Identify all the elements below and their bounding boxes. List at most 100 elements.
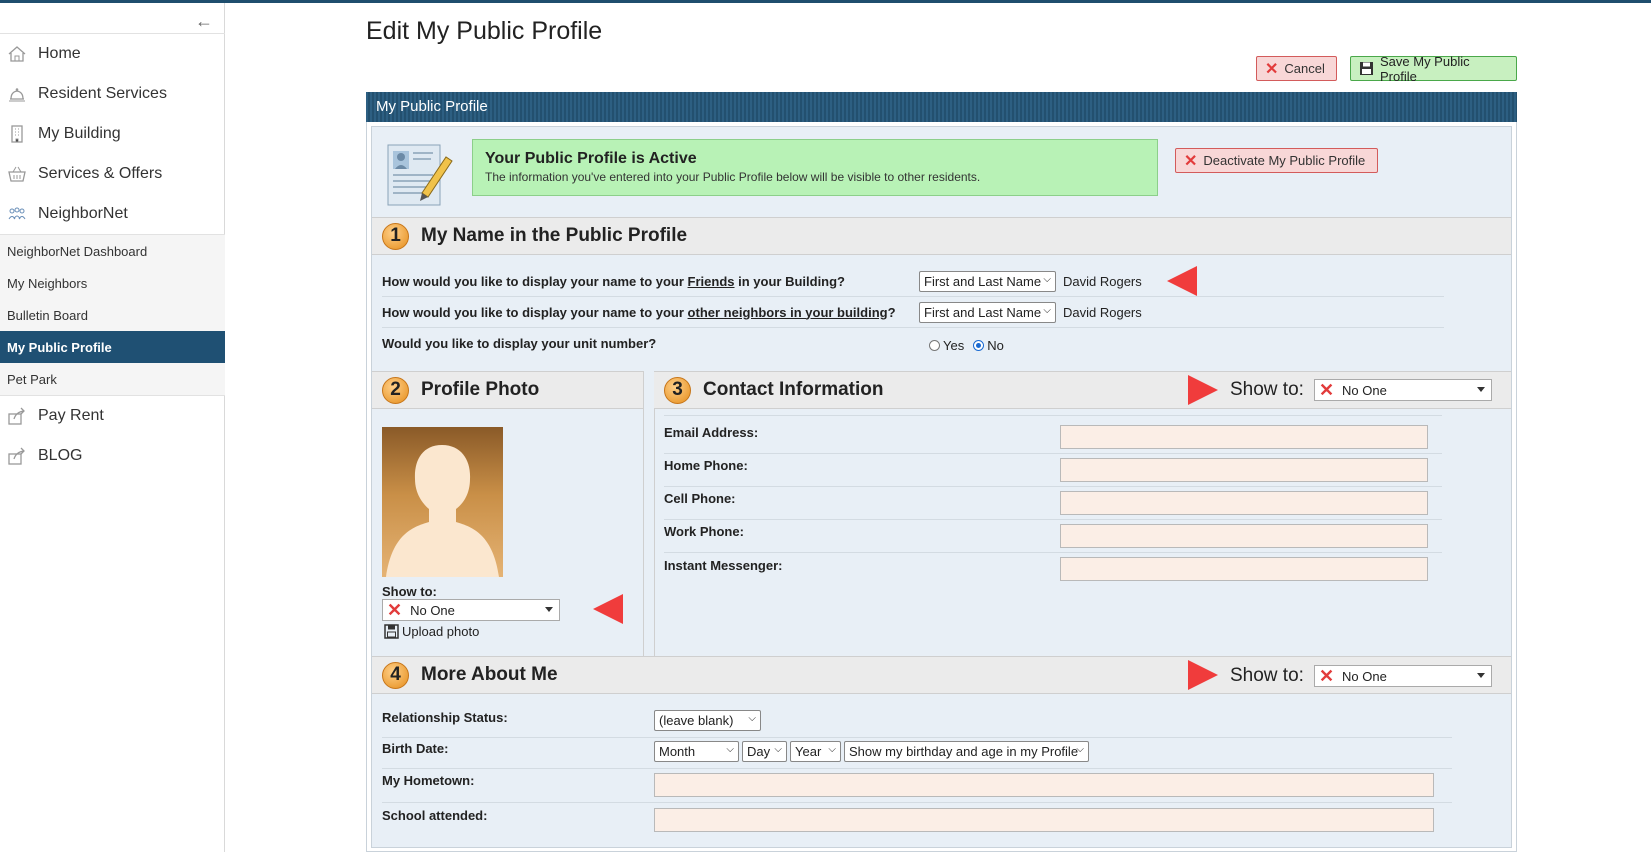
field-separator [664,519,1442,520]
friends-name-preview: David Rogers [1063,274,1142,289]
instant-messenger-label: Instant Messenger: [664,558,783,573]
upload-photo-link[interactable]: Upload photo [384,624,479,639]
field-separator [382,768,1452,769]
section-number: 3 [664,376,691,404]
neighbors-name-select[interactable]: First and Last Name ⌵ [919,302,1056,323]
banner-title: Your Public Profile is Active [485,150,697,167]
sidebar-item-resident-services[interactable]: Resident Services [0,74,225,114]
sidebar-subitem-label: Pet Park [7,371,57,387]
select-value: First and Last Name [924,305,1042,320]
question-text: How would you like to display your name … [382,273,846,289]
field-separator [382,802,1452,803]
select-value: No One [1342,382,1387,398]
field-separator [664,453,1442,454]
instant-messenger-field[interactable] [1060,557,1428,581]
neighbors-name-preview: David Rogers [1063,305,1142,320]
field-separator [664,552,1442,553]
deactivate-label: Deactivate My Public Profile [1203,153,1366,168]
sidebar-item-label: BLOG [38,447,83,464]
field-separator [664,415,1442,416]
cell-phone-field[interactable] [1060,491,1428,515]
top-accent-bar [0,0,1651,3]
relationship-label: Relationship Status: [382,710,508,725]
sidebar-subitem-my-public-profile[interactable]: My Public Profile [0,331,225,363]
chevron-down-icon: ⌵ [726,744,734,755]
share-icon [6,445,28,467]
other-neighbors-link[interactable]: other neighbors in your building [688,305,888,320]
building-icon [6,123,28,145]
cancel-button[interactable]: ✕ Cancel [1256,56,1337,81]
email-field[interactable] [1060,425,1428,449]
unit-number-options: Yes No [929,338,1004,353]
annotation-arrow [1188,660,1218,690]
more-about-show-to: Show to: ✕ No One [1230,665,1492,687]
section-title: More About Me [421,664,558,685]
birthday-display-select[interactable]: Show my birthday and age in my Profile ⌵ [844,741,1089,762]
sidebar-subitem-dashboard[interactable]: NeighborNet Dashboard [0,235,225,267]
photo-visibility-select[interactable]: ✕ No One [382,599,560,621]
select-value: No One [1342,668,1387,684]
save-disk-icon [1359,61,1374,76]
profile-active-banner: Your Public Profile is Active The inform… [472,139,1158,196]
school-field[interactable] [654,808,1434,832]
sidebar-item-label: NeighborNet [38,205,128,222]
sidebar-subitem-my-neighbors[interactable]: My Neighbors [0,267,225,299]
cancel-label: Cancel [1284,61,1325,76]
bell-icon [6,83,28,105]
save-profile-button[interactable]: Save My Public Profile [1350,54,1517,84]
annotation-arrow [593,594,623,624]
chevron-down-icon [545,607,553,612]
close-icon: ✕ [1184,152,1198,170]
sidebar-item-home[interactable]: Home [0,34,225,74]
no-label: No [987,338,1004,353]
birth-year-select[interactable]: Year ⌵ [790,741,841,762]
friends-name-select[interactable]: First and Last Name ⌵ [919,271,1056,292]
more-about-visibility-select[interactable]: ✕ No One [1313,665,1492,687]
deactivate-profile-button[interactable]: ✕ Deactivate My Public Profile [1175,148,1378,173]
birth-day-select[interactable]: Day ⌵ [742,741,787,762]
hometown-field[interactable] [654,773,1434,797]
sidebar-item-services-offers[interactable]: Services & Offers [0,154,225,194]
chevron-down-icon: ⌵ [774,744,782,755]
sidebar-item-label: My Building [38,125,121,142]
section-title: Profile Photo [421,379,540,400]
friends-name-row: How would you like to display your name … [382,266,1444,297]
friends-link[interactable]: Friends [688,274,735,289]
section-title: Contact Information [703,379,884,400]
sidebar-subitem-bulletin-board[interactable]: Bulletin Board [0,299,225,331]
contact-show-to: Show to: ✕ No One [1230,379,1492,401]
field-separator [664,486,1442,487]
sidebar-item-my-building[interactable]: My Building [0,114,225,154]
sidebar-item-label: Home [38,45,81,62]
select-value: Month [659,744,696,759]
unit-no-radio[interactable] [973,340,985,351]
work-phone-field[interactable] [1060,524,1428,548]
profile-photo-placeholder [382,427,503,577]
contact-visibility-select[interactable]: ✕ No One [1313,379,1492,401]
sidebar-subitem-pet-park[interactable]: Pet Park [0,363,225,395]
show-to-label: Show to: [1230,379,1304,400]
select-value: Day [747,744,771,759]
unit-yes-radio[interactable] [929,340,940,351]
select-value: (leave blank) [659,713,734,728]
hometown-label: My Hometown: [382,773,475,788]
yes-label: Yes [943,338,965,353]
select-value: Year [795,744,822,759]
school-label: School attended: [382,808,488,823]
collapse-sidebar-icon[interactable]: ← [195,11,213,32]
relationship-select[interactable]: (leave blank) ⌵ [654,710,761,731]
sidebar-item-pay-rent[interactable]: Pay Rent [0,396,225,436]
section-number: 4 [382,661,409,689]
birth-month-select[interactable]: Month ⌵ [654,741,739,762]
home-icon [6,43,28,65]
sidebar-item-label: Pay Rent [38,407,104,424]
close-icon: ✕ [1265,60,1279,78]
upload-label: Upload photo [402,624,480,639]
cell-phone-label: Cell Phone: [664,491,736,506]
sidebar-item-neighbornet[interactable]: NeighborNet [0,194,225,234]
home-phone-field[interactable] [1060,458,1428,482]
sidebar-item-blog[interactable]: BLOG [0,436,225,476]
share-icon [6,405,28,427]
close-icon: ✕ [1318,379,1335,400]
section-1-header: 1 My Name in the Public Profile [372,217,1511,255]
